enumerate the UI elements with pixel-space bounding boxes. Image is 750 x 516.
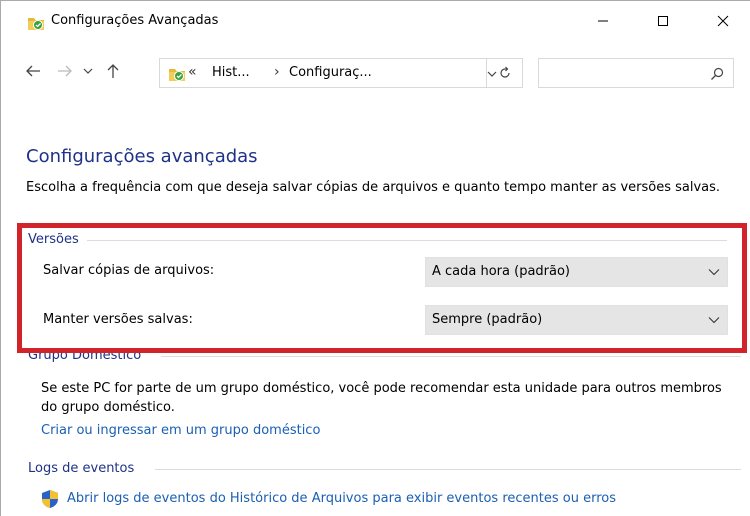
window-title: Configurações Avançadas [51,13,219,28]
homegroup-description: Se este PC for parte de um grupo domésti… [41,381,722,415]
refresh-icon [499,66,510,78]
search-input[interactable] [538,58,734,88]
maximize-icon [658,16,668,26]
breadcrumb-historico[interactable]: Hist... [212,65,250,80]
page-description: Escolha a frequência com que deseja salv… [26,180,721,195]
section-divider [155,469,741,470]
navigation-bar: « Hist... › Configuraç... [1,53,750,89]
forward-arrow-icon [58,65,72,77]
section-divider [161,356,741,357]
breadcrumb-configuracoes[interactable]: Configuraç... [289,65,372,80]
refresh-button[interactable] [486,58,522,88]
close-icon [717,15,729,27]
recent-locations-button[interactable] [81,61,95,81]
forward-button[interactable] [55,61,75,81]
address-bar[interactable]: « Hist... › Configuraç... [159,58,523,88]
overflow-chevron[interactable]: « [188,64,197,80]
minimize-icon [598,20,608,22]
highlight-box [17,223,747,353]
file-history-icon [168,66,186,82]
minimize-button[interactable] [580,1,626,41]
uac-shield-icon [41,489,59,509]
homegroup-link[interactable]: Criar ou ingressar em um grupo doméstico [41,423,320,438]
event-logs-heading: Logs de eventos [28,461,135,476]
file-history-icon [27,15,45,31]
close-button[interactable] [700,1,746,41]
title-bar: Configurações Avançadas [1,1,750,41]
up-arrow-icon [107,64,119,78]
breadcrumb-separator[interactable]: › [274,64,280,80]
page-title: Configurações avançadas [26,146,258,167]
chevron-down-icon [83,68,93,74]
back-button[interactable] [23,61,43,81]
window: Configurações Avançadas « Hist... › Conf… [0,0,750,516]
up-button[interactable] [103,61,123,81]
maximize-button[interactable] [640,1,686,41]
back-arrow-icon [26,65,40,77]
search-icon[interactable] [709,66,725,82]
event-logs-link[interactable]: Abrir logs de eventos do Histórico de Ar… [67,491,616,506]
